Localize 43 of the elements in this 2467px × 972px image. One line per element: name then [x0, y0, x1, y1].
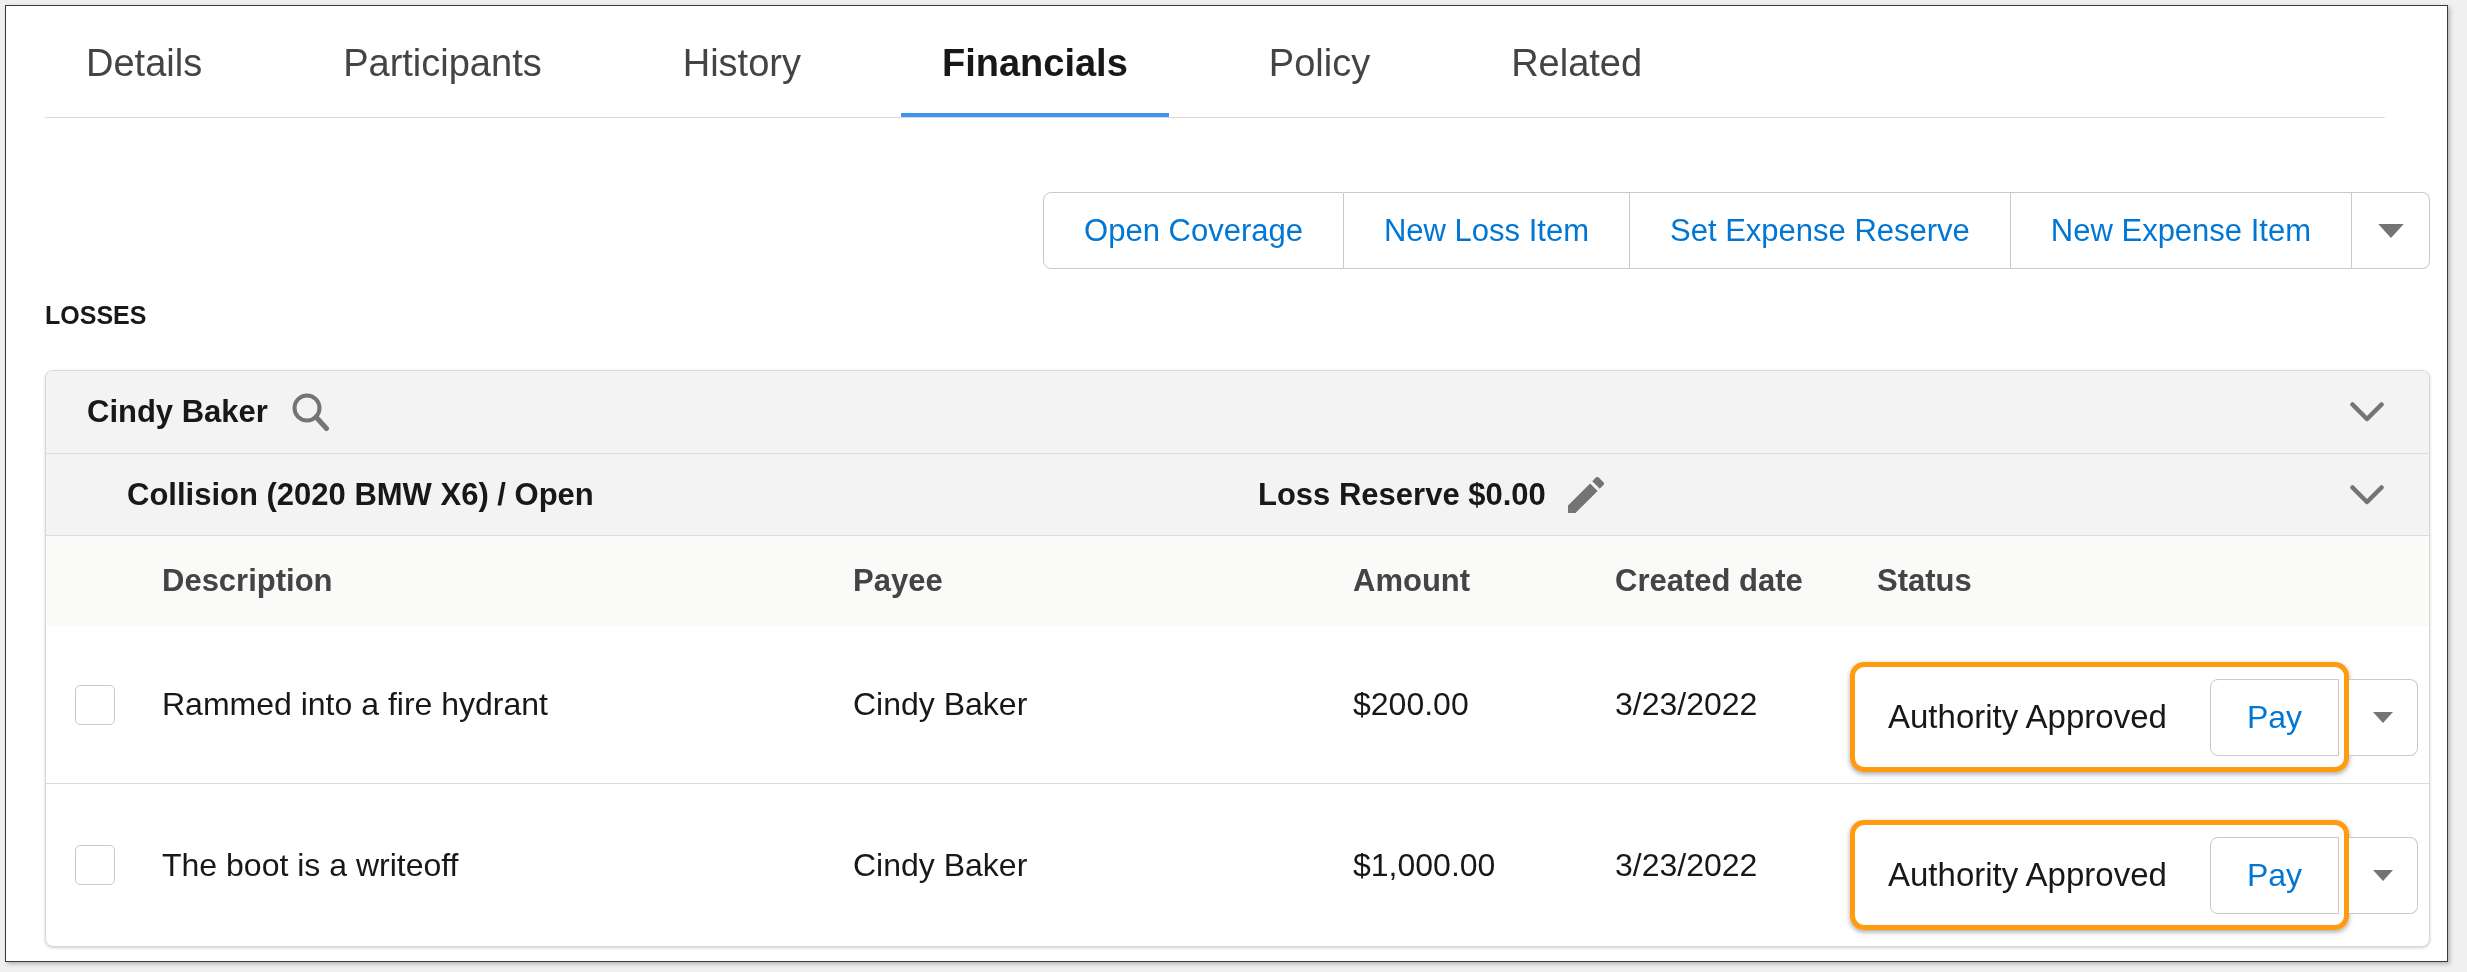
column-header: Amount — [1353, 563, 1471, 599]
claimant-name: Cindy Baker — [87, 394, 268, 430]
tab[interactable]: Related — [1470, 6, 1684, 117]
action-button[interactable]: Set Expense Reserve — [1630, 192, 2011, 269]
action-button[interactable]: Open Coverage — [1043, 192, 1344, 269]
column-header: Created date — [1615, 563, 1803, 599]
chevron-down-icon[interactable] — [2350, 402, 2384, 422]
caret-down-icon — [2377, 223, 2404, 238]
column-header: Status — [1877, 563, 1972, 599]
section-heading: LOSSES — [45, 300, 148, 330]
table-cell: Rammed into a fire hydrant — [162, 686, 548, 723]
more-actions-button[interactable] — [2352, 192, 2430, 269]
chevron-down-icon[interactable] — [2350, 484, 2384, 505]
status-text: Authority Approved — [1888, 698, 2167, 736]
column-header: Description — [162, 563, 333, 599]
table-cell: 3/23/2022 — [1615, 846, 1758, 884]
row-menu-button[interactable] — [2349, 678, 2418, 756]
action-button[interactable]: New Loss Item — [1344, 192, 1630, 269]
tab[interactable]: Participants — [302, 6, 583, 117]
table-cell: The boot is a writeoff — [162, 846, 459, 884]
tab[interactable]: History — [641, 6, 842, 117]
table-cell: 3/23/2022 — [1615, 686, 1758, 723]
status-text: Authority Approved — [1888, 856, 2167, 894]
table-cell: $1,000.00 — [1353, 846, 1496, 884]
table-cell: $200.00 — [1353, 686, 1469, 723]
checkbox[interactable] — [75, 684, 115, 725]
search-icon[interactable] — [291, 393, 329, 431]
table-cell: Cindy Baker — [853, 846, 1028, 884]
tab[interactable]: Details — [45, 6, 244, 117]
checkbox[interactable] — [75, 845, 115, 885]
tab[interactable]: Financials — [900, 6, 1169, 117]
pay-button[interactable]: Pay — [2210, 836, 2339, 914]
caret-down-icon — [2373, 869, 2393, 881]
loss-reserve-text: Loss Reserve $0.00 — [1258, 476, 1546, 513]
action-button[interactable]: New Expense Item — [2010, 192, 2352, 269]
pencil-icon[interactable] — [1567, 476, 1604, 513]
column-header: Payee — [853, 563, 943, 599]
table-cell: Cindy Baker — [853, 686, 1028, 723]
row-menu-button[interactable] — [2349, 836, 2418, 914]
coverage-title: Collision (2020 BMW X6) / Open — [127, 476, 594, 513]
tab[interactable]: Policy — [1227, 6, 1412, 117]
pay-button[interactable]: Pay — [2210, 678, 2339, 756]
caret-down-icon — [2373, 711, 2393, 723]
